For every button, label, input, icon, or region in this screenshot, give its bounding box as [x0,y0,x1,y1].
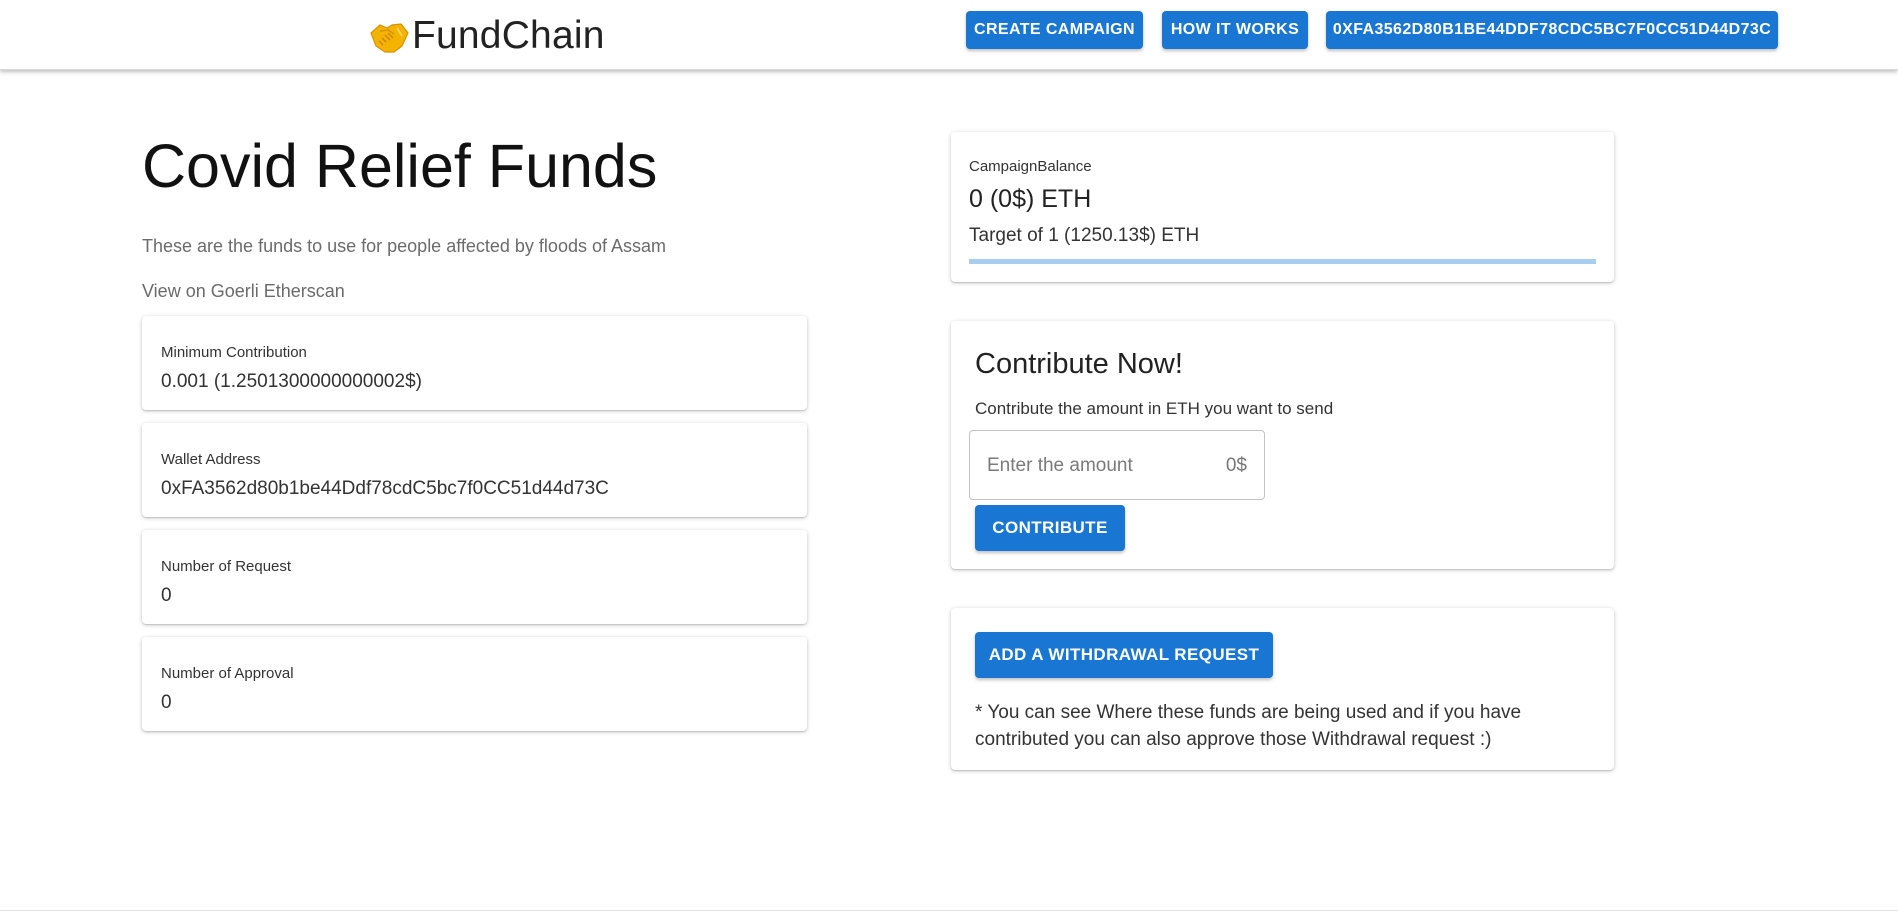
amount-usd-adornment: 0$ [1225,455,1247,476]
card-label: Minimum Contribution [161,344,307,361]
create-campaign-button[interactable]: CREATE CAMPAIGN [966,11,1143,49]
brand-name: FundChain [412,14,605,57]
amount-field[interactable]: 0$ [969,430,1265,500]
card-label: Number of Request [161,558,292,575]
balance-value: 0 (0$) ETH [969,185,1092,213]
funding-progress-bar [969,259,1596,264]
amount-input[interactable] [987,453,1207,479]
campaign-description: These are the funds to use for people af… [142,236,666,256]
card-label: Wallet Address [161,451,261,468]
number-of-approval-card: Number of Approval 0 [142,637,807,731]
etherscan-link[interactable]: View on Goerli Etherscan [142,281,345,302]
number-of-request-card: Number of Request 0 [142,530,807,624]
top-app-bar: FundChain CREATE CAMPAIGN HOW IT WORKS 0… [0,0,1898,70]
campaign-balance-card: CampaignBalance 0 (0$) ETH Target of 1 (… [951,132,1614,282]
brand[interactable]: FundChain [368,14,605,58]
card-label: Number of Approval [161,665,294,682]
wallet-address-button[interactable]: 0XFA3562D80B1BE44DDF78CDC5BC7F0CC51D44D7… [1326,11,1778,49]
target-amount: Target of 1 (1250.13$) ETH [969,225,1200,246]
withdrawal-note: * You can see Where these funds are bein… [975,702,1522,750]
footer-divider [0,910,1898,911]
handshake-icon [368,16,410,56]
card-value: 0xFA3562d80b1be44Ddf78cdC5bc7f0CC51d44d7… [161,478,609,499]
card-value: 0.001 (1.2501300000000002$) [161,371,422,392]
add-withdrawal-request-button[interactable]: ADD A WITHDRAWAL REQUEST [975,632,1273,678]
contribute-title: Contribute Now! [975,348,1183,380]
campaign-title: Covid Relief Funds [142,132,658,200]
how-it-works-button[interactable]: HOW IT WORKS [1162,11,1308,49]
contribute-subtitle: Contribute the amount in ETH you want to… [975,399,1334,418]
card-value: 0 [161,585,172,606]
wallet-address-card: Wallet Address 0xFA3562d80b1be44Ddf78cdC… [142,423,807,517]
card-value: 0 [161,692,172,713]
minimum-contribution-card: Minimum Contribution 0.001 (1.2501300000… [142,316,807,410]
contribute-card: Contribute Now! Contribute the amount in… [951,321,1614,569]
contribute-button[interactable]: CONTRIBUTE [975,505,1125,551]
balance-label: CampaignBalance [969,158,1092,175]
withdrawal-card: ADD A WITHDRAWAL REQUEST * You can see W… [951,608,1614,770]
